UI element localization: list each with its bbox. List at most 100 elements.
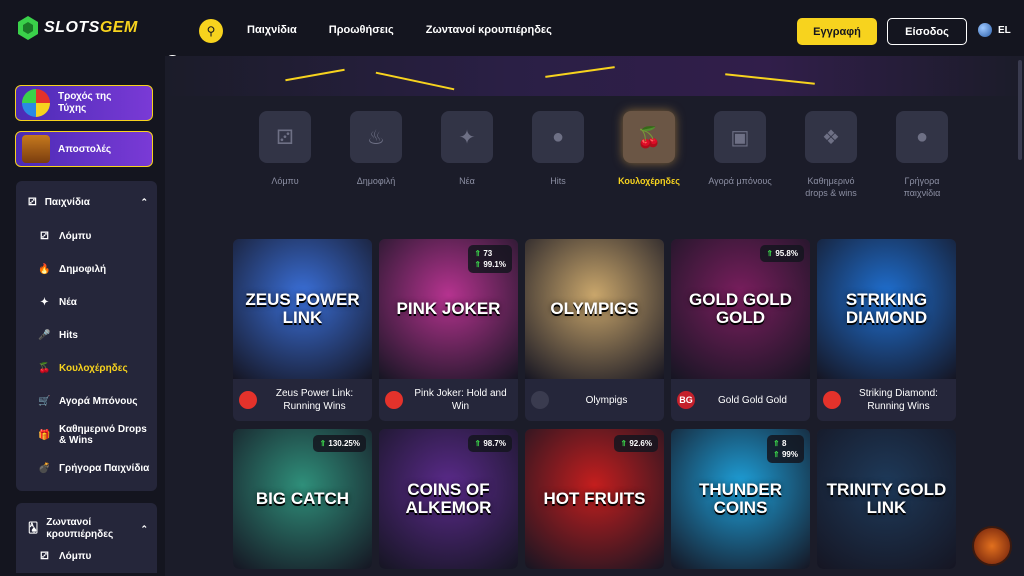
live-menu-header[interactable]: 🂡 Ζωντανοί κρουπιέρηδες ⌃ xyxy=(28,517,148,541)
game-card[interactable]: HOT FRUITS ⇑ 92.6% xyxy=(525,429,664,569)
shop-icon: ▣ xyxy=(730,126,750,149)
game-thumbnail-title: OLYMPIGS xyxy=(550,299,639,318)
game-card-footer: Zeus Power Link: Running Wins xyxy=(233,379,372,421)
search-icon: ⚲ xyxy=(206,24,216,38)
game-name: Zeus Power Link: Running Wins xyxy=(275,388,354,412)
sidebar-item-lobby[interactable]: ⚂ Λόμπυ xyxy=(38,231,150,242)
rtp-badge: ⇑ 95.8% xyxy=(760,245,804,262)
tab-slots[interactable]: 🍒 Κουλοχέρηδες xyxy=(614,111,684,187)
nav-promotions[interactable]: Προωθήσεις xyxy=(329,24,394,36)
sidebar-item-daily-drops[interactable]: 🎁 Καθημερινό Drops & Wins xyxy=(38,424,150,446)
game-name: Gold Gold Gold xyxy=(718,394,787,406)
tab-bonus-buy[interactable]: ▣ Αγορά μπόνους xyxy=(705,111,775,187)
tab-popular[interactable]: ♨ Δημοφιλή xyxy=(341,111,411,187)
game-thumbnail[interactable]: ZEUS POWER LINK xyxy=(233,239,372,379)
tab-daily-drops[interactable]: ❖ Καθημερινό drops & wins xyxy=(796,111,866,199)
bomb-icon: ● xyxy=(915,125,929,148)
game-thumbnail-title: PINK JOKER xyxy=(396,299,501,318)
wheel-icon xyxy=(22,89,50,117)
game-card[interactable]: BIG CATCH ⇑ 130.25% xyxy=(233,429,372,569)
gem-icon xyxy=(18,16,38,40)
tab-label: Γρήγορα παιχνίδια xyxy=(903,176,941,198)
nav-live-dealers[interactable]: Ζωντανοί κρουπιέρηδες xyxy=(426,24,552,36)
game-card[interactable]: COINS OF ALKEMOR ⇑ 98.7% xyxy=(379,429,518,569)
provider-logo-icon: BG xyxy=(677,391,695,409)
game-card[interactable]: STRIKING DIAMOND Striking Diamond: Runnin… xyxy=(817,239,956,421)
dice-icon: ⚂ xyxy=(40,551,49,562)
game-thumbnail-title: STRIKING DIAMOND xyxy=(845,290,928,327)
register-button[interactable]: Εγγραφή xyxy=(797,18,877,45)
sidebar-item-quick-games[interactable]: 💣 Γρήγορα Παιχνίδια xyxy=(38,463,150,474)
shop-icon: 🛒 xyxy=(38,396,51,407)
dice-icon: ⚂ xyxy=(28,197,37,208)
games-menu: ⚂ Παιχνίδια ⌃ ⚂ Λόμπυ 🔥 Δημοφιλή ✦ Νέα 🎤 Hit… xyxy=(16,181,157,491)
rtp-badge: ⇑ 130.25% xyxy=(313,435,366,452)
sidebar-item-popular[interactable]: 🔥 Δημοφιλή xyxy=(38,264,150,275)
site-logo[interactable]: SLOTSGEM xyxy=(18,16,138,40)
cards-icon: 🂡 xyxy=(28,523,39,534)
tab-new[interactable]: ✦ Νέα xyxy=(432,111,502,187)
game-thumbnail[interactable]: COINS OF ALKEMOR ⇑ 98.7% xyxy=(379,429,518,569)
login-button[interactable]: Είσοδος xyxy=(887,18,967,45)
rtp-badge: ⇑ 73 ⇑ 99.1% xyxy=(468,245,512,273)
sidebar-item-slots[interactable]: 🍒 Κουλοχέρηδες xyxy=(38,363,150,374)
dice-icon: ⚂ xyxy=(40,231,49,242)
bomb-icon: 💣 xyxy=(38,463,51,474)
game-thumbnail[interactable]: PINK JOKER ⇑ 73 ⇑ 99.1% xyxy=(379,239,518,379)
game-thumbnail[interactable]: STRIKING DIAMOND xyxy=(817,239,956,379)
rtp-badge: ⇑ 8 ⇑ 99% xyxy=(767,435,804,463)
sidebar-item-label: Λόμπυ xyxy=(59,551,92,562)
menu-section-title: Παιχνίδια xyxy=(44,197,90,208)
game-name: Olympigs xyxy=(585,394,628,406)
game-thumbnail-title: BIG CATCH xyxy=(255,489,350,508)
fire-icon: 🔥 xyxy=(38,264,51,275)
provider-logo-icon xyxy=(531,391,549,409)
provider-logo-icon xyxy=(385,391,403,409)
trend-up-icon: ⇑ xyxy=(474,260,484,269)
game-card[interactable]: THUNDER COINS ⇑ 8 ⇑ 99% xyxy=(671,429,810,569)
sidebar-item-label: Λόμπυ xyxy=(59,231,92,242)
tab-hits[interactable]: ● Hits xyxy=(523,111,593,187)
provider-logo-icon xyxy=(239,391,257,409)
sidebar-item-hits[interactable]: 🎤 Hits xyxy=(38,330,150,341)
language-code: EL xyxy=(998,24,1011,36)
tab-label: Λόμπυ xyxy=(271,176,299,186)
sidebar-item-live-lobby[interactable]: ⚂ Λόμπυ xyxy=(38,551,150,562)
support-avatar-button[interactable] xyxy=(972,526,1012,566)
sidebar-item-bonus-buy[interactable]: 🛒 Αγορά Μπόνους xyxy=(38,396,150,407)
game-thumbnail-title: ZEUS POWER LINK xyxy=(245,290,360,327)
drops-icon: 🎁 xyxy=(38,429,51,441)
tab-lobby[interactable]: ⚂ Λόμπυ xyxy=(250,111,320,187)
sparkle-icon: ✦ xyxy=(40,297,49,308)
tab-quick-games[interactable]: ● Γρήγορα παιχνίδια xyxy=(887,111,957,199)
game-thumbnail[interactable]: GOLD GOLD GOLD ⇑ 95.8% xyxy=(671,239,810,379)
game-card[interactable]: TRINITY GOLD LINK xyxy=(817,429,956,569)
badge-value: 95.8% xyxy=(775,249,798,258)
game-thumbnail[interactable]: BIG CATCH ⇑ 130.25% xyxy=(233,429,372,569)
language-selector[interactable]: EL xyxy=(978,23,1011,37)
game-card[interactable]: OLYMPIGS Olympigs xyxy=(525,239,664,421)
games-menu-header[interactable]: ⚂ Παιχνίδια ⌃ xyxy=(28,197,148,208)
game-thumbnail[interactable]: TRINITY GOLD LINK xyxy=(817,429,956,569)
game-thumbnail[interactable]: THUNDER COINS ⇑ 8 ⇑ 99% xyxy=(671,429,810,569)
sidebar-item-new[interactable]: ✦ Νέα xyxy=(38,297,150,308)
game-card-footer: BG Gold Gold Gold xyxy=(671,379,810,421)
game-thumbnail[interactable]: HOT FRUITS ⇑ 92.6% xyxy=(525,429,664,569)
game-card[interactable]: GOLD GOLD GOLD ⇑ 95.8% BG Gold Gold Gold xyxy=(671,239,810,421)
game-thumbnail[interactable]: OLYMPIGS xyxy=(525,239,664,379)
page-scrollbar[interactable] xyxy=(1018,60,1022,160)
tab-label: Δημοφιλή xyxy=(356,176,396,186)
search-button[interactable]: ⚲ xyxy=(199,19,223,43)
game-card[interactable]: ZEUS POWER LINK Zeus Power Link: Running … xyxy=(233,239,372,421)
missions-button[interactable]: Αποστολές xyxy=(15,131,153,167)
wheel-of-fortune-button[interactable]: Τροχός της Τύχης xyxy=(15,85,153,121)
rtp-badge: ⇑ 92.6% xyxy=(614,435,658,452)
fire-icon: ♨ xyxy=(367,126,385,149)
nav-games[interactable]: Παιχνίδια xyxy=(247,24,297,36)
chevron-up-icon: ⌃ xyxy=(140,197,148,207)
game-card[interactable]: PINK JOKER ⇑ 73 ⇑ 99.1% Pink Joker: Hold an… xyxy=(379,239,518,421)
sidebar-item-label: Δημοφιλή xyxy=(59,264,107,275)
game-thumbnail-title: HOT FRUITS xyxy=(543,489,646,508)
game-thumbnail-title: THUNDER COINS xyxy=(698,480,783,517)
main-nav: Παιχνίδια Προωθήσεις Ζωντανοί κρουπιέρηδ… xyxy=(247,24,552,36)
